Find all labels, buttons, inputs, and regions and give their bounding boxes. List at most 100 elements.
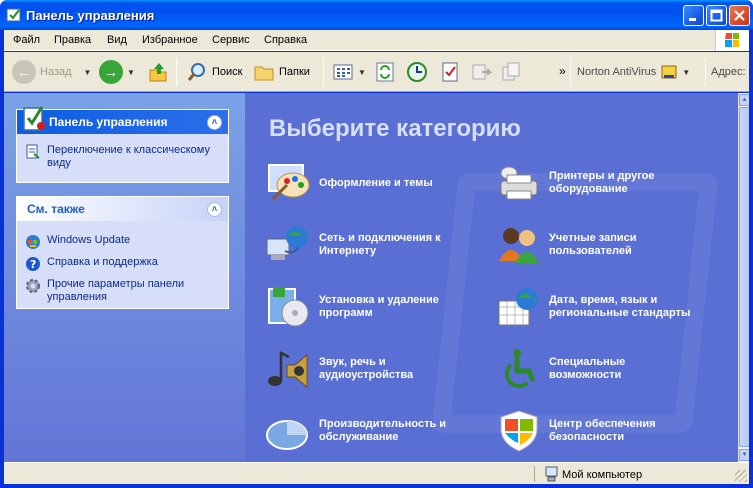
menu-bar: Файл Правка Вид Избранное Сервис Справка (4, 30, 749, 51)
control-panel-box-header[interactable]: Панель управления ˄ (17, 106, 228, 134)
norton-antivirus-button[interactable]: Norton AntiVirus ▼ (577, 59, 690, 85)
category-security-center[interactable]: Центр обеспечения безопасности (495, 409, 691, 453)
category-accessibility[interactable]: Специальные возможности (495, 347, 691, 391)
switch-classic-view-link[interactable]: Переключение к классическому виду (17, 134, 228, 173)
category-date-time-language[interactable]: Дата, время, язык и региональные стандар… (495, 285, 691, 329)
toolbar: ← Назад ▼ → ▼ Поиск Папки ▼ » Norton Ant… (4, 52, 749, 92)
address-label: Адрес: (711, 66, 746, 78)
refresh-icon (376, 62, 394, 82)
copy-to-icon (502, 62, 520, 81)
category-performance[interactable]: Производительность и обслуживание (265, 409, 461, 453)
windows-update-icon (25, 234, 41, 250)
close-button[interactable] (729, 5, 750, 26)
help-icon: ? (25, 256, 41, 272)
copy-to-button[interactable] (501, 59, 523, 85)
menu-file[interactable]: Файл (13, 34, 40, 46)
scroll-thumb[interactable] (739, 107, 749, 447)
see-also-box: См. также ˄ Windows Update ? Справка и п… (16, 196, 229, 309)
folders-button[interactable]: Папки (253, 59, 310, 85)
date-time-icon (495, 285, 543, 329)
content-area: Панель управления ˄ Переключение к класс… (4, 93, 749, 462)
control-panel-icon (21, 104, 47, 135)
appearance-themes-icon (265, 161, 313, 205)
window-frame-right (749, 30, 753, 488)
category-user-accounts[interactable]: Учетные записи пользователей (495, 223, 691, 267)
category-add-remove-programs[interactable]: Установка и удаление программ (265, 285, 461, 329)
menu-help[interactable]: Справка (264, 34, 307, 46)
checklist-button[interactable] (439, 59, 461, 85)
resize-grip-icon[interactable] (735, 470, 747, 482)
views-button[interactable]: ▼ (332, 59, 366, 85)
category-sound[interactable]: Звук, речь и аудиоустройства (265, 347, 461, 391)
status-zone: Мой компьютер (562, 469, 643, 481)
minimize-button[interactable] (683, 5, 704, 26)
search-button[interactable]: Поиск (186, 59, 242, 85)
checklist-icon (442, 62, 458, 82)
toolbar-separator (323, 58, 324, 86)
scroll-up-arrow-icon[interactable]: ▲ (739, 94, 749, 106)
norton-dropdown-icon[interactable]: ▼ (682, 68, 690, 77)
views-icon (333, 64, 353, 80)
help-support-link[interactable]: ? Справка и поддержка (17, 253, 228, 275)
sound-icon (265, 347, 313, 391)
window-frame-bottom (0, 484, 753, 488)
folders-icon (254, 66, 274, 81)
menu-tools[interactable]: Сервис (212, 34, 250, 46)
collapse-chevron-icon[interactable]: ˄ (207, 202, 222, 217)
window: Панель управления Файл Правка Вид Избран… (0, 0, 753, 488)
status-bar: Мой компьютер (4, 462, 749, 484)
control-panel-icon (6, 7, 22, 23)
gear-icon (25, 278, 41, 294)
move-to-icon (472, 64, 492, 80)
menu-edit[interactable]: Правка (54, 34, 91, 46)
control-panel-box: Панель управления ˄ Переключение к класс… (16, 106, 229, 183)
maximize-button[interactable] (706, 5, 727, 26)
history-button[interactable] (406, 59, 428, 85)
menu-view[interactable]: Вид (107, 34, 127, 46)
svg-text:?: ? (30, 258, 36, 271)
other-options-link[interactable]: Прочие параметры панели управления (17, 275, 228, 307)
move-to-button[interactable] (470, 59, 492, 85)
printer-icon (495, 161, 543, 205)
toolbar-separator (705, 58, 706, 86)
search-icon (187, 63, 205, 81)
vertical-scrollbar[interactable]: ▲ ▼ (738, 93, 749, 462)
toolbar-separator (570, 58, 571, 86)
network-icon (265, 223, 313, 267)
toolbar-separator (176, 58, 177, 86)
forward-button[interactable]: → ▼ (99, 59, 135, 85)
back-arrow-icon: ← (12, 60, 36, 84)
views-dropdown-icon[interactable]: ▼ (358, 68, 366, 77)
see-also-header[interactable]: См. также ˄ (17, 197, 228, 221)
title-bar[interactable]: Панель управления (0, 0, 753, 30)
classic-view-icon (25, 144, 41, 160)
history-clock-icon (407, 62, 427, 82)
status-divider (534, 466, 535, 482)
user-accounts-icon (495, 223, 543, 267)
performance-icon (265, 409, 313, 453)
task-pane: Панель управления ˄ Переключение к класс… (4, 93, 245, 462)
forward-dropdown-icon[interactable]: ▼ (127, 68, 135, 77)
add-remove-programs-icon (265, 285, 313, 329)
up-folder-button[interactable] (147, 59, 169, 85)
forward-arrow-icon: → (99, 60, 123, 84)
sync-button[interactable] (374, 59, 396, 85)
window-title: Панель управления (26, 8, 155, 23)
back-button[interactable]: ← Назад ▼ (12, 59, 91, 85)
category-view: Выберите категорию Оформление и темы При… (245, 93, 738, 462)
my-computer-icon (545, 466, 559, 485)
back-dropdown-icon[interactable]: ▼ (84, 68, 92, 77)
toolbar-overflow-icon[interactable]: » (559, 58, 566, 84)
page-title: Выберите категорию (269, 115, 521, 142)
accessibility-icon (495, 347, 543, 391)
category-network[interactable]: Сеть и подключения к Интернету (265, 223, 461, 267)
scroll-down-arrow-icon[interactable]: ▼ (739, 449, 749, 461)
collapse-chevron-icon[interactable]: ˄ (207, 115, 222, 130)
windows-update-link[interactable]: Windows Update (17, 231, 228, 253)
menu-favorites[interactable]: Избранное (142, 34, 198, 46)
windows-logo-icon (715, 30, 749, 51)
category-printers[interactable]: Принтеры и другое оборудование (495, 161, 691, 205)
category-appearance[interactable]: Оформление и темы (265, 161, 461, 205)
security-center-icon (495, 409, 543, 453)
norton-icon (661, 65, 677, 79)
